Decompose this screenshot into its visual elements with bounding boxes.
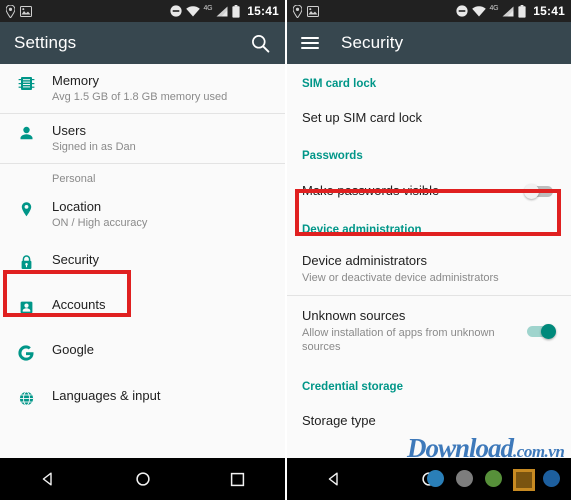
battery-icon bbox=[518, 4, 526, 18]
status-bar-left: 4G 15:41 bbox=[0, 0, 285, 22]
location-pin-icon bbox=[293, 4, 302, 18]
status-bar-right-icons: 4G 15:41 bbox=[169, 4, 279, 18]
list-item-text: Storage type bbox=[302, 412, 556, 429]
list-item-title: Storage type bbox=[302, 413, 376, 428]
signal-icon bbox=[502, 6, 514, 17]
section-header-sim-card-lock: SIM card lock bbox=[287, 64, 571, 96]
status-bar-left-icons bbox=[6, 4, 32, 18]
list-item-subtitle: ON / High accuracy bbox=[52, 217, 148, 229]
back-icon[interactable] bbox=[28, 464, 68, 494]
toggle-make-passwords-visible[interactable] bbox=[524, 183, 556, 199]
google-g-icon bbox=[0, 342, 52, 362]
status-bar-left-icons bbox=[293, 4, 319, 18]
list-item-memory[interactable]: Memory Avg 1.5 GB of 1.8 GB memory used bbox=[0, 64, 285, 113]
list-item-text: Make passwords visible bbox=[302, 182, 514, 199]
list-item-security[interactable]: Security bbox=[0, 239, 285, 284]
image-icon bbox=[307, 5, 319, 17]
image-icon bbox=[20, 5, 32, 17]
list-item-title: Set up SIM card lock bbox=[302, 110, 422, 125]
list-item-languages-input[interactable]: Languages & input bbox=[0, 375, 285, 420]
left-nav-bar[interactable] bbox=[0, 458, 285, 500]
list-item-users[interactable]: Users Signed in as Dan bbox=[0, 114, 285, 163]
list-item-text: Device administrators View or deactivate… bbox=[302, 252, 556, 285]
toggle-unknown-sources[interactable] bbox=[524, 323, 556, 339]
list-item-subtitle: Signed in as Dan bbox=[52, 141, 136, 153]
do-not-disturb-icon bbox=[169, 5, 182, 17]
list-item-title: Memory bbox=[52, 73, 99, 88]
section-header-passwords: Passwords bbox=[287, 139, 571, 168]
person-icon bbox=[0, 123, 52, 142]
right-app-bar: Security bbox=[287, 22, 571, 64]
back-icon[interactable] bbox=[314, 464, 354, 494]
do-not-disturb-icon bbox=[455, 5, 468, 17]
list-item-accounts[interactable]: Accounts bbox=[0, 284, 285, 329]
list-item-text: Languages & input bbox=[52, 388, 271, 404]
list-item-text: Set up SIM card lock bbox=[302, 109, 556, 126]
globe-icon bbox=[0, 388, 52, 407]
clock-label: 15:41 bbox=[247, 4, 279, 18]
page-title: Settings bbox=[14, 33, 77, 52]
left-app-bar: Settings bbox=[0, 22, 285, 64]
list-item-text: Security bbox=[52, 252, 271, 268]
list-item-title: Device administrators bbox=[302, 253, 427, 268]
list-item-text: Google bbox=[52, 342, 271, 358]
list-item-google[interactable]: Google bbox=[0, 329, 285, 375]
list-item-set-up-sim-card-lock[interactable]: Set up SIM card lock bbox=[287, 96, 571, 139]
list-item-title: Location bbox=[52, 199, 102, 214]
home-icon[interactable] bbox=[123, 464, 163, 494]
search-icon[interactable] bbox=[249, 32, 271, 54]
list-item-text: Accounts bbox=[52, 297, 271, 313]
list-item-text: Location ON / High accuracy bbox=[52, 199, 271, 230]
left-phone-screen: 4G 15:41 Settings Memory Avg 1.5 GB of 1… bbox=[0, 0, 285, 500]
list-item-title: Security bbox=[52, 252, 99, 267]
toggle-knob bbox=[541, 323, 556, 339]
recents-icon[interactable] bbox=[504, 464, 544, 494]
list-item-unknown-sources[interactable]: Unknown sources Allow installation of ap… bbox=[287, 296, 571, 365]
list-item-location[interactable]: Location ON / High accuracy bbox=[0, 190, 285, 239]
home-icon[interactable] bbox=[409, 464, 449, 494]
status-bar-right-icons: 4G 15:41 bbox=[455, 4, 565, 18]
network-type-label: 4G bbox=[489, 4, 499, 12]
status-bar-right: 4G 15:41 bbox=[287, 0, 571, 22]
list-item-title: Languages & input bbox=[52, 388, 161, 403]
battery-icon bbox=[232, 4, 240, 18]
list-item-title: Google bbox=[52, 342, 94, 357]
list-item-text: Memory Avg 1.5 GB of 1.8 GB memory used bbox=[52, 73, 271, 104]
right-nav-bar[interactable] bbox=[287, 458, 571, 500]
list-item-title: Accounts bbox=[52, 297, 106, 312]
right-phone-screen: 4G 15:41 Security SIM card lock Set up S… bbox=[287, 0, 571, 500]
list-item-title: Users bbox=[52, 123, 86, 138]
list-item-title: Make passwords visible bbox=[302, 183, 440, 198]
location-pin-icon bbox=[6, 4, 15, 18]
wifi-icon bbox=[185, 5, 200, 17]
list-item-subtitle: Avg 1.5 GB of 1.8 GB memory used bbox=[52, 91, 228, 103]
section-header-personal: Personal bbox=[0, 164, 285, 190]
settings-list[interactable]: Memory Avg 1.5 GB of 1.8 GB memory used … bbox=[0, 64, 285, 500]
wifi-icon bbox=[471, 5, 486, 17]
signal-icon bbox=[216, 6, 228, 17]
list-item-subtitle: Allow installation of apps from unknown … bbox=[302, 327, 495, 353]
account-box-icon bbox=[0, 297, 52, 316]
section-header-device-administration: Device administration bbox=[287, 213, 571, 242]
page-title: Security bbox=[341, 33, 404, 52]
list-item-title: Unknown sources bbox=[302, 308, 406, 323]
section-header-credential-storage: Credential storage bbox=[287, 365, 571, 399]
hamburger-menu-icon[interactable] bbox=[301, 37, 319, 49]
recents-icon[interactable] bbox=[218, 464, 258, 494]
lock-icon bbox=[0, 252, 52, 271]
memory-chip-icon bbox=[0, 73, 52, 92]
network-type-label: 4G bbox=[203, 4, 213, 12]
screenshot-stage: 4G 15:41 Settings Memory Avg 1.5 GB of 1… bbox=[0, 0, 571, 500]
toggle-knob bbox=[524, 183, 539, 199]
list-item-make-passwords-visible[interactable]: Make passwords visible bbox=[287, 168, 571, 213]
list-item-text: Unknown sources Allow installation of ap… bbox=[302, 307, 514, 354]
list-item-device-administrators[interactable]: Device administrators View or deactivate… bbox=[287, 242, 571, 295]
location-pin-icon bbox=[0, 199, 52, 218]
list-item-subtitle: View or deactivate device administrators bbox=[302, 272, 499, 284]
list-item-text: Users Signed in as Dan bbox=[52, 123, 271, 154]
clock-label: 15:41 bbox=[533, 4, 565, 18]
